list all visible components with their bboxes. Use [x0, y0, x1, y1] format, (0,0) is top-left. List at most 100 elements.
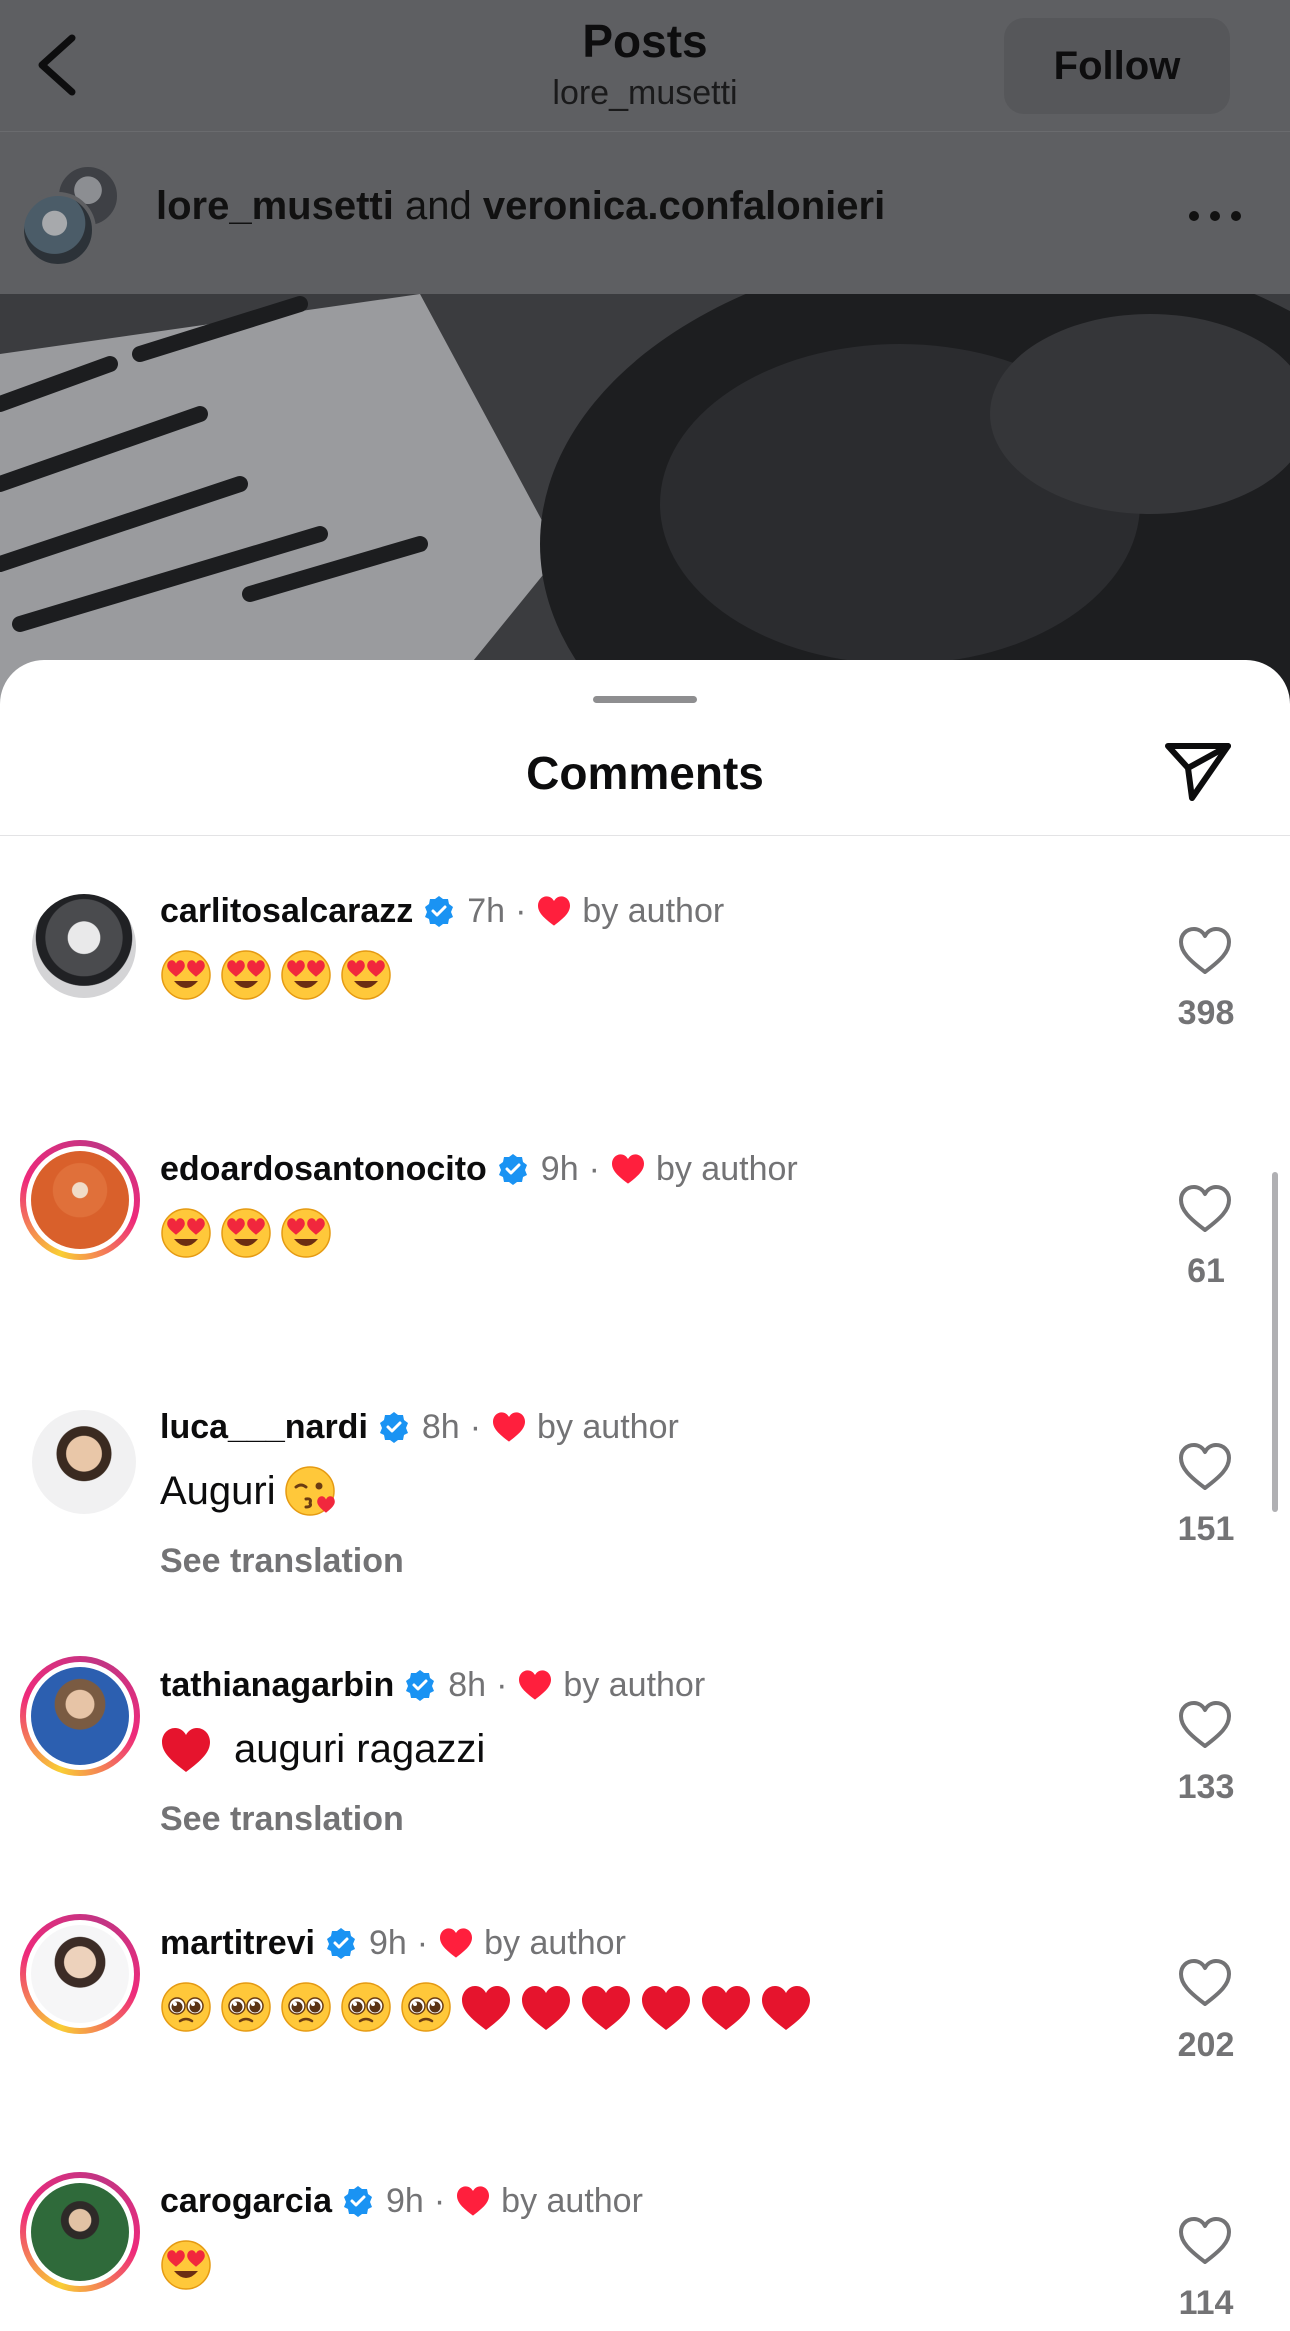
- red-heart-icon: [762, 1986, 810, 2030]
- verified-badge-icon: [406, 1670, 435, 1701]
- author-link[interactable]: veronica.confalonieri: [483, 184, 885, 228]
- comment-time: 8h: [448, 1665, 487, 1704]
- top-navigation-bar: Posts lore_musetti Follow: [0, 0, 1290, 132]
- kiss-face-icon: [284, 1466, 335, 1516]
- heart-eyes-icon: [161, 2240, 211, 2290]
- comment-text: Auguri: [160, 1468, 276, 1513]
- author-link[interactable]: lore_musetti: [156, 184, 394, 228]
- heart-eyes-icon: [281, 1208, 331, 1258]
- heart-filled-icon: [611, 1154, 644, 1184]
- collab-avatars[interactable]: [20, 164, 120, 268]
- separator-dot: ·: [416, 1923, 429, 1962]
- liked-by-author-label: by author: [582, 891, 725, 930]
- heart-outline-icon[interactable]: [1178, 2216, 1232, 2266]
- avatar[interactable]: [32, 894, 136, 998]
- separator-dot: ·: [469, 1407, 482, 1446]
- verified-badge-icon: [379, 1412, 408, 1443]
- send-icon[interactable]: [1162, 738, 1234, 802]
- comment-body: [160, 2236, 212, 2294]
- avatar-image: [32, 1410, 136, 1514]
- liked-by-author-label: by author: [484, 1923, 626, 1962]
- pleading-face-icon: [221, 1982, 271, 2032]
- separator-dot: ·: [588, 1149, 600, 1188]
- comment-content: [160, 2239, 212, 2291]
- divider: [0, 835, 1290, 836]
- sheet-title: Comments: [526, 747, 764, 799]
- heart-outline-icon[interactable]: [1178, 1700, 1232, 1750]
- comment-username[interactable]: edoardosantonocito: [160, 1150, 487, 1189]
- pleading-face-icon: [161, 1982, 211, 2032]
- comment-row: martitrevi 9h · by author 202: [0, 1914, 1290, 2176]
- comment-meta: carogarcia 9h · by author: [160, 2176, 643, 2226]
- comment-time: 8h: [421, 1407, 460, 1446]
- avatar-image: [31, 1151, 129, 1249]
- comment-content: [160, 1207, 332, 1259]
- comment-username[interactable]: tathianagarbin: [160, 1666, 394, 1705]
- avatar-image: [31, 1667, 129, 1765]
- red-heart-icon: [642, 1986, 690, 2030]
- avatar[interactable]: [32, 1410, 136, 1514]
- heart-outline-icon[interactable]: [1178, 1958, 1232, 2008]
- author-connector: and: [404, 184, 472, 228]
- comment-username[interactable]: carogarcia: [160, 2182, 332, 2221]
- avatar[interactable]: [20, 1140, 140, 1260]
- avatar[interactable]: [20, 2172, 140, 2292]
- comment-row: luca___nardi 8h · by author Auguri See transl…: [0, 1402, 1290, 1660]
- comment-time: 9h: [386, 2181, 424, 2220]
- heart-eyes-icon: [161, 950, 211, 1000]
- story-ring-inner: [26, 2178, 134, 2286]
- red-heart-icon: [462, 1986, 510, 2030]
- post-image: [0, 294, 1290, 714]
- like-count: 202: [1177, 2026, 1235, 2064]
- avatar[interactable]: [20, 1656, 140, 1776]
- avatar: [20, 192, 96, 268]
- heart-outline-icon[interactable]: [1178, 1184, 1232, 1234]
- comment-row: carogarcia 9h · by author 114: [0, 2172, 1290, 2331]
- heart-eyes-icon: [281, 950, 331, 1000]
- comment-text: auguri ragazzi: [234, 1726, 486, 1771]
- comment-body: [160, 1978, 812, 2036]
- story-ring-inner: [26, 1146, 134, 1254]
- see-translation-link[interactable]: See translation: [160, 1800, 404, 1839]
- more-horizontal-icon[interactable]: [1180, 196, 1250, 236]
- see-translation-link[interactable]: See translation: [160, 1542, 404, 1581]
- post-author-row: lore_musetti and veronica.confalonieri: [0, 132, 1290, 294]
- comment-row: tathianagarbin 8h · by author auguri ragazzi…: [0, 1656, 1290, 1918]
- liked-by-author-label: by author: [537, 1407, 679, 1446]
- heart-eyes-icon: [221, 1208, 271, 1258]
- post-authors: lore_musetti and veronica.confalonieri: [156, 184, 885, 229]
- avatar-image: [31, 1925, 129, 2023]
- sheet-grabber[interactable]: [593, 696, 697, 703]
- comment-meta: carlitosalcarazz 7h · by author: [160, 886, 724, 936]
- heart-filled-icon: [457, 2186, 490, 2216]
- follow-button[interactable]: Follow: [1004, 18, 1230, 114]
- liked-by-author-label: by author: [563, 1665, 706, 1704]
- like-count: 61: [1187, 1252, 1225, 1290]
- heart-filled-icon: [519, 1670, 552, 1700]
- red-heart-icon: [702, 1986, 750, 2030]
- post-image-graphic: [0, 294, 1290, 714]
- liked-by-author-label: by author: [655, 1149, 798, 1188]
- like-count: 398: [1177, 994, 1235, 1032]
- like-count: 114: [1178, 2284, 1234, 2322]
- avatar[interactable]: [20, 1914, 140, 2034]
- comment-username[interactable]: carlitosalcarazz: [160, 892, 413, 931]
- heart-filled-icon: [440, 1928, 473, 1958]
- comment-meta: martitrevi 9h · by author: [160, 1918, 626, 1968]
- story-ring-inner: [26, 1662, 134, 1770]
- avatar-image: [32, 894, 136, 998]
- heart-outline-icon[interactable]: [1178, 1442, 1232, 1492]
- heart-eyes-icon: [341, 950, 391, 1000]
- separator-dot: ·: [496, 1665, 508, 1704]
- comment-username[interactable]: martitrevi: [160, 1924, 315, 1963]
- comment-body: [160, 946, 392, 1004]
- verified-badge-icon: [344, 2186, 372, 2217]
- heart-filled-icon: [493, 1412, 526, 1442]
- pleading-face-icon: [341, 1982, 391, 2032]
- comment-username[interactable]: luca___nardi: [160, 1408, 368, 1447]
- red-heart-icon: [582, 1986, 630, 2030]
- heart-outline-icon[interactable]: [1178, 926, 1232, 976]
- comment-body: [160, 1204, 332, 1262]
- like-count: 151: [1177, 1510, 1235, 1548]
- comment-content: [160, 1981, 812, 2033]
